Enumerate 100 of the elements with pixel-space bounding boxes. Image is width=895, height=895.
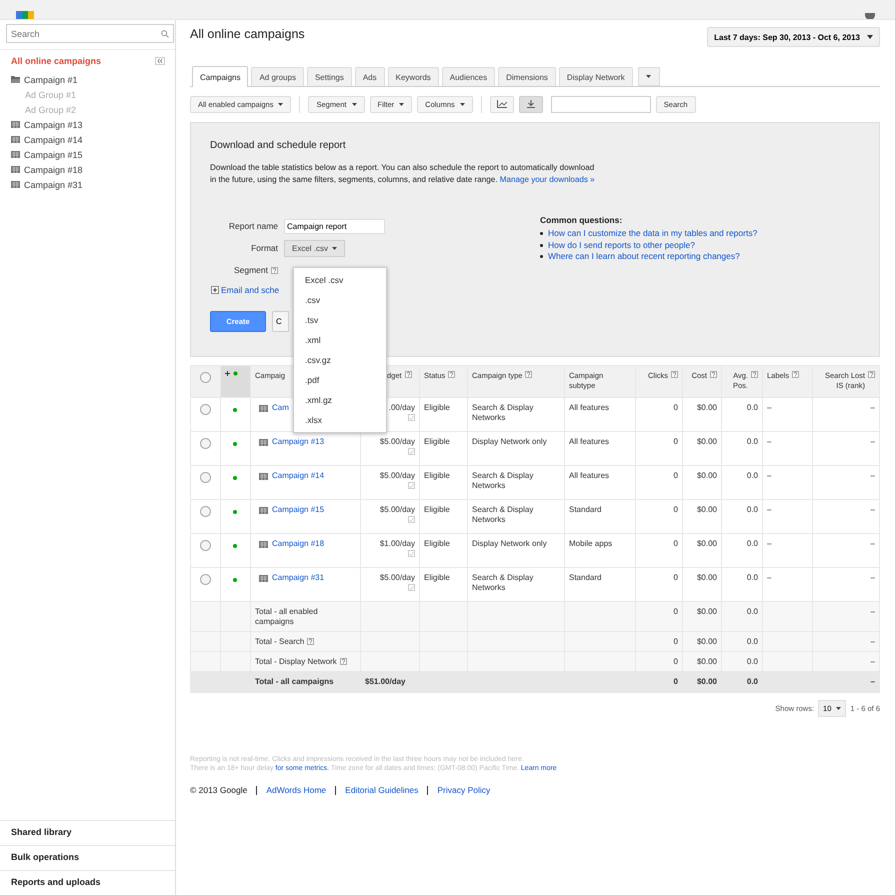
chart-button[interactable] [490, 96, 514, 112]
sidebar-link[interactable]: Shared library [0, 820, 175, 845]
tab[interactable]: Settings [306, 67, 352, 86]
search-field[interactable] [550, 96, 651, 112]
select-all-checkbox[interactable] [200, 372, 211, 383]
sidebar-item[interactable]: Campaign #14 [24, 134, 83, 144]
field-label: Format [250, 243, 279, 253]
help-icon[interactable] [340, 658, 347, 666]
help-icon[interactable] [525, 371, 532, 378]
table-cell: 0.0 [746, 607, 758, 616]
footer-link[interactable]: Editorial Guidelines [345, 785, 418, 795]
collapse-icon[interactable] [155, 57, 165, 65]
menu-item[interactable]: .pdf [294, 370, 386, 390]
tab[interactable]: Audiences [442, 67, 496, 86]
table-cell: – [870, 677, 875, 686]
table-cell: 0 [674, 471, 678, 480]
row-checkbox[interactable] [200, 472, 211, 483]
tab[interactable]: Keywords [388, 67, 439, 86]
help-icon[interactable] [404, 371, 412, 378]
tab[interactable]: Ad groups [251, 67, 304, 86]
sidebar-item[interactable]: Campaign #18 [24, 164, 83, 174]
help-link[interactable]: Where can I learn about recent reporting changes? [548, 251, 740, 262]
campaign-link[interactable]: Campaign #15 [272, 505, 324, 515]
manage-downloads-link[interactable]: Manage your downloads » [500, 174, 595, 184]
sidebar-item[interactable]: All online campaigns [11, 56, 102, 66]
table-cell: – [870, 539, 875, 548]
caret-icon [867, 35, 873, 39]
table-cell: Eligible [424, 471, 450, 480]
help-link[interactable]: How do I send reports to other people? [548, 240, 695, 251]
table-cell: Search & Display Networks [472, 471, 534, 490]
table-cell: $0.00 [696, 505, 717, 514]
total-label: Total - all enabled campaigns [255, 607, 318, 626]
campaign-link[interactable]: Campaign #14 [272, 471, 324, 481]
sidebar-item[interactable]: Campaign #15 [24, 150, 83, 160]
menu-item[interactable]: .xml.gz [294, 390, 386, 410]
tab[interactable]: Ads [354, 67, 385, 86]
sidebar-item[interactable]: Campaign #13 [24, 120, 83, 130]
table-cell: 0.0 [746, 539, 758, 548]
help-link[interactable]: How can I customize the data in my tables and reports? [548, 228, 758, 240]
expand-icon[interactable] [211, 286, 219, 294]
date-range-button[interactable]: Last 7 days: Sep 30, 2013 - Oct 6, 2013 [707, 27, 880, 47]
menu-item[interactable]: .tsv [294, 310, 386, 330]
sidebar-item[interactable]: Campaign #1 [24, 74, 78, 84]
row-checkbox[interactable] [200, 574, 211, 585]
row-checkbox[interactable] [200, 404, 211, 415]
menu-item[interactable]: .csv [294, 290, 386, 310]
field-label: Segment [234, 265, 268, 275]
help-icon[interactable] [710, 371, 717, 378]
table-cell: Search & Display Networks [472, 505, 534, 524]
plus-icon[interactable] [225, 371, 230, 376]
table-cell: Standard [569, 573, 602, 582]
help-icon[interactable] [307, 638, 314, 646]
caret-icon [646, 75, 652, 78]
help-icon[interactable] [271, 266, 278, 274]
menu-item[interactable]: .xml [294, 330, 386, 350]
email-schedule-link[interactable]: Email and sche [221, 285, 280, 295]
table-cell: Eligible [424, 437, 450, 446]
row-checkbox[interactable] [200, 438, 211, 449]
table-cell: $5.00/day [380, 471, 415, 481]
download-button[interactable] [518, 96, 543, 112]
tab[interactable]: Display Network [558, 67, 633, 86]
table-cell: – [870, 637, 875, 646]
campaign-link[interactable]: Cam [272, 403, 289, 413]
campaign-link[interactable]: Campaign #18 [272, 539, 324, 549]
format-select[interactable]: Excel .csv [284, 240, 346, 256]
table-cell: 0.0 [746, 573, 758, 582]
help-icon[interactable] [792, 371, 800, 378]
help-icon[interactable] [448, 371, 456, 378]
footer-link[interactable]: Privacy Policy [437, 785, 490, 795]
caret-icon [399, 102, 404, 106]
campaign-link[interactable]: Campaign #13 [272, 437, 324, 447]
table-cell: 0.0 [746, 657, 758, 666]
field-label: Report name [228, 221, 279, 231]
help-icon[interactable] [751, 371, 758, 378]
tab[interactable]: Campaigns [192, 66, 248, 87]
caret-icon [332, 246, 338, 250]
table-cell: – [767, 437, 772, 446]
campaign-link[interactable]: Campaign #31 [272, 573, 324, 583]
row-checkbox[interactable] [200, 540, 211, 551]
table-cell: 0.0 [746, 471, 758, 480]
menu-item[interactable]: .csv.gz [294, 350, 386, 370]
cancel-button[interactable]: C [272, 311, 289, 332]
footer-link[interactable]: AdWords Home [266, 785, 326, 795]
table-cell: $0.00 [696, 471, 717, 480]
status-dot-icon[interactable] [233, 371, 238, 376]
search-field[interactable]: Search [6, 24, 174, 43]
tab[interactable]: Dimensions [498, 67, 556, 86]
table-cell: $0.00 [696, 657, 717, 666]
table-cell: 0 [674, 573, 678, 582]
menu-item[interactable]: Excel .csv [294, 270, 386, 290]
sidebar-link[interactable]: Reports and uploads [0, 870, 175, 895]
menu-item[interactable]: .xlsx [294, 410, 386, 430]
row-checkbox[interactable] [200, 506, 211, 517]
sidebar-link[interactable]: Bulk operations [0, 845, 175, 870]
help-icon[interactable] [671, 371, 678, 378]
table-cell: $0.00 [696, 403, 717, 412]
folder-icon [259, 472, 268, 480]
report-name-field[interactable]: Campaign report [284, 218, 385, 234]
help-icon[interactable] [868, 371, 875, 378]
sidebar-item[interactable]: Campaign #31 [24, 180, 83, 190]
